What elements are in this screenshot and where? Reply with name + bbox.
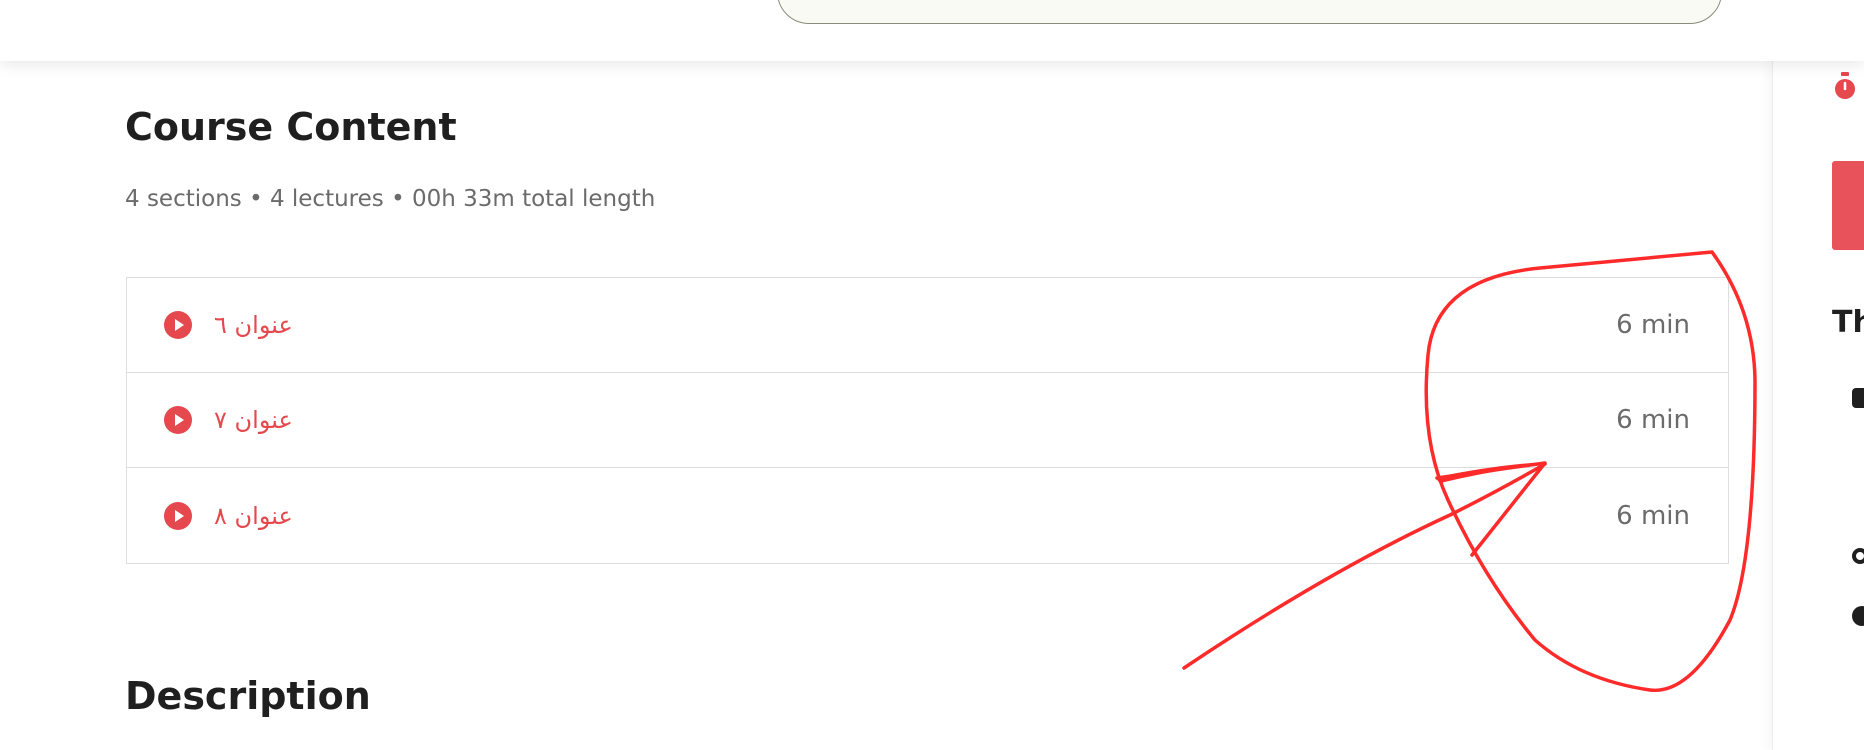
lecture-row[interactable]: عنوان ٧ 6 min [127, 373, 1728, 468]
lecture-list: عنوان ٦ 6 min عنوان ٧ 6 min عنوان ٨ 6 mi… [126, 277, 1729, 564]
sidebar-cta-button[interactable] [1832, 161, 1864, 250]
lecture-duration: 6 min [1616, 405, 1690, 435]
lecture-left: عنوان ٦ [164, 311, 293, 339]
play-circle-icon[interactable] [164, 406, 192, 434]
course-sidebar: Th [1772, 61, 1864, 750]
lecture-duration: 6 min [1616, 500, 1690, 531]
lecture-left: عنوان ٨ [164, 501, 293, 530]
lecture-row[interactable]: عنوان ٨ 6 min [127, 468, 1728, 563]
feature-icon [1852, 388, 1864, 408]
header-search-bar[interactable] [777, 0, 1722, 24]
sidebar-heading: Th [1832, 305, 1864, 340]
lecture-title[interactable]: عنوان ٧ [214, 406, 293, 434]
timer-icon [1835, 72, 1855, 99]
course-content-summary: 4 sections • 4 lectures • 00h 33m total … [125, 186, 656, 212]
lecture-duration: 6 min [1616, 310, 1690, 340]
play-circle-icon[interactable] [164, 501, 192, 530]
feature-icon [1852, 606, 1864, 626]
lecture-title[interactable]: عنوان ٨ [214, 502, 293, 530]
play-circle-icon[interactable] [164, 311, 192, 339]
lecture-row[interactable]: عنوان ٦ 6 min [127, 278, 1728, 373]
lecture-left: عنوان ٧ [164, 406, 293, 434]
lecture-title[interactable]: عنوان ٦ [214, 311, 293, 339]
description-title: Description [125, 674, 371, 718]
top-header [0, 0, 1864, 61]
course-content-title: Course Content [125, 105, 457, 149]
course-content-section: Course Content 4 sections • 4 lectures •… [0, 61, 1772, 750]
feature-icon [1852, 548, 1864, 564]
